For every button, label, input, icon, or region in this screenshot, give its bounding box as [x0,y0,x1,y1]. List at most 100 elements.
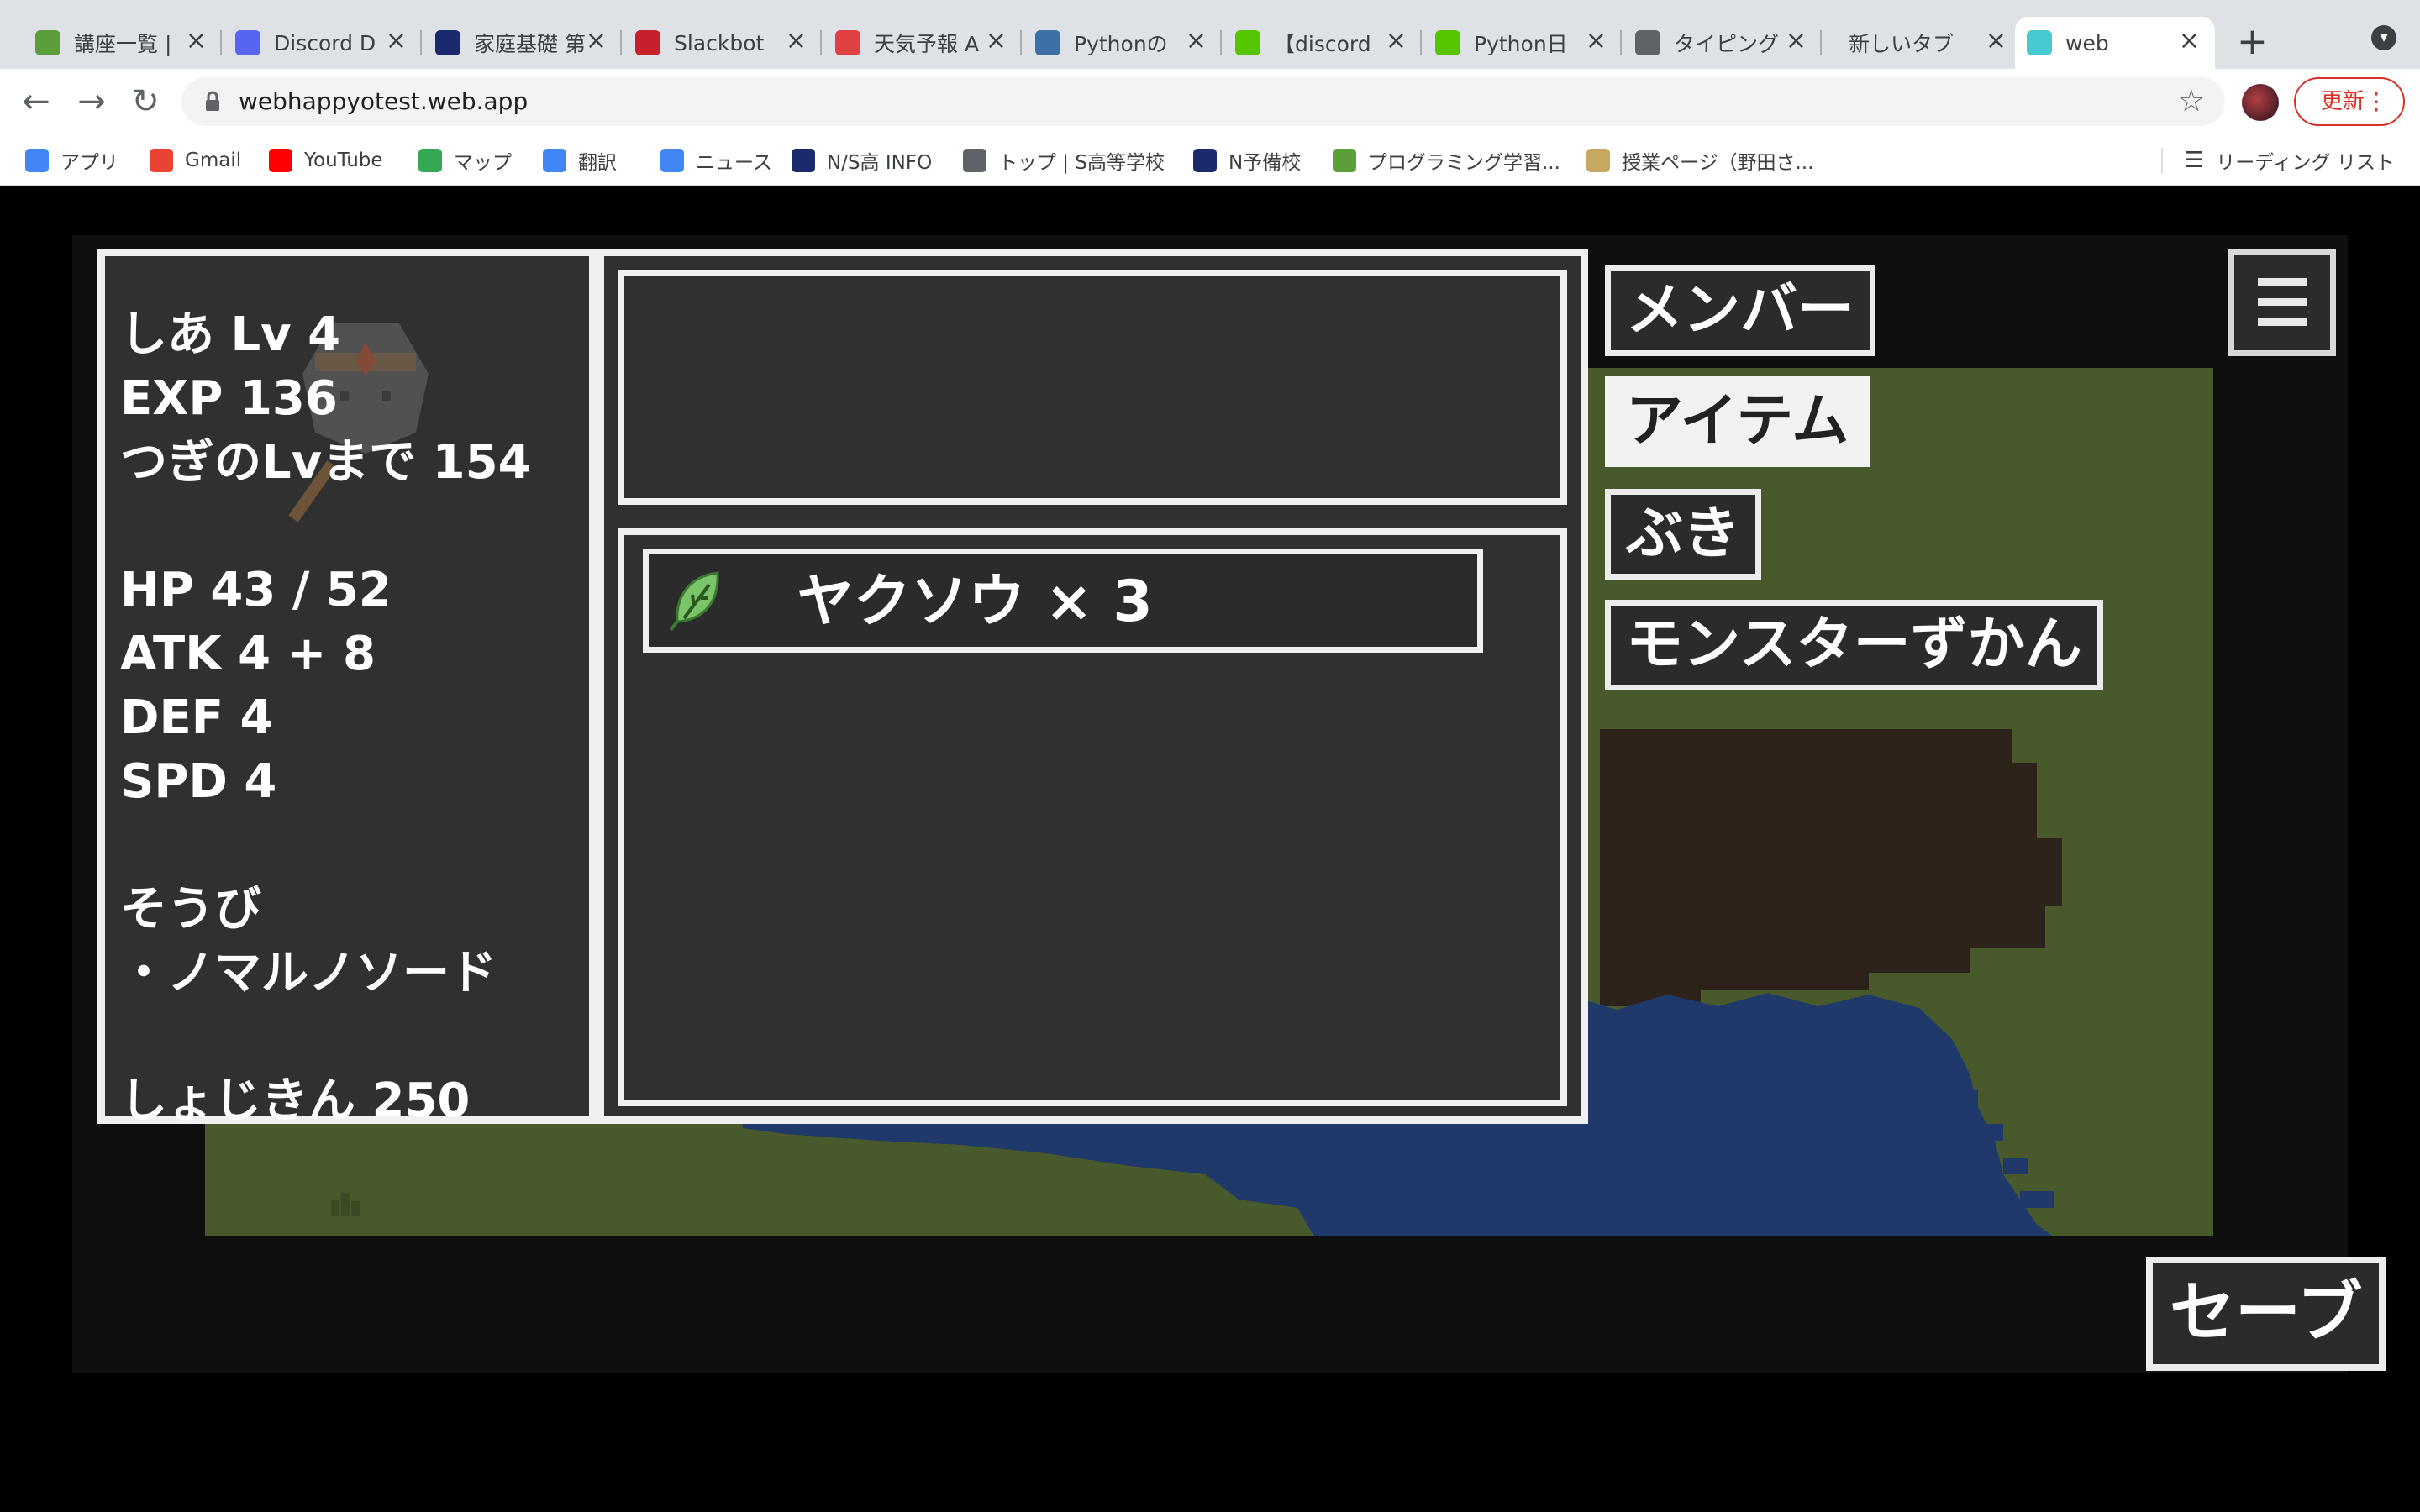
browser-tab[interactable]: Python日 × [1423,17,1622,69]
menu-icon-bar [2258,298,2307,306]
update-label: 更新 [2321,89,2365,114]
new-tab-button[interactable]: + [2237,20,2268,64]
profile-avatar[interactable] [2242,84,2279,121]
close-tab-icon[interactable]: × [986,29,1007,54]
browser-tab[interactable]: Discord D × [224,17,422,69]
close-tab-icon[interactable]: × [1386,29,1407,54]
browser-tab[interactable]: 天気予報 A × [823,17,1022,69]
lock-icon[interactable] [200,89,225,114]
browser-tab[interactable]: Slackbot × [623,17,822,69]
bookmark-item[interactable]: Gmail [150,146,241,175]
game-canvas[interactable]: しあ Lv 4 EXP 136 つぎのLvまで 154 HP 43 / 52 A… [72,235,2348,1373]
tab-divider [420,30,422,55]
weather-icon [835,30,860,55]
tab-divider [1220,30,1222,55]
tab-divider [1620,30,1622,55]
menu-icon-bar [2258,318,2307,326]
apps-grid-icon [25,149,49,172]
close-tab-icon[interactable]: × [1586,29,1607,54]
youtube-icon [269,149,292,172]
bookmark-item[interactable]: アプリ [25,146,118,175]
item-label: ヤクソウ × 3 [797,569,1153,635]
bookmark-label: ニュース [696,152,772,174]
close-tab-icon[interactable]: × [386,29,407,54]
close-tab-icon[interactable]: × [1186,29,1207,54]
bookmark-item[interactable]: マップ [418,146,512,175]
browser-tab[interactable]: タイピング × [1623,17,1822,69]
translate-icon [543,149,566,172]
mpv-icon [635,30,660,55]
bookmark-label: Gmail [185,150,242,171]
tab-divider [1820,30,1822,55]
browser-tab[interactable]: 【discord × [1223,17,1422,69]
tab-divider [820,30,822,55]
bookmark-item[interactable]: N/S高 INFO [792,146,932,175]
equipped-weapon: ・ノマルノソード [120,946,497,1000]
spd-value: SPD 4 [120,754,277,809]
reload-button[interactable]: ↻ [124,81,166,123]
browser-tab[interactable]: 新しいタブ × [1823,17,2022,69]
browser-tab-strip: 講座一覧 | × Discord D × 家庭基礎 第 × Slackbot × 天気予報 A ×… [0,0,2420,69]
browser-tab[interactable]: 家庭基礎 第 × [424,17,622,69]
qiita-icon [1435,30,1460,55]
browser-toolbar: ← → ↻ webhappyotest.web.app ☆ 更新 ⋮ [0,69,2420,134]
next-level-exp: つぎのLvまで 154 [120,435,531,490]
close-tab-icon[interactable]: × [586,29,607,54]
hamburger-menu-button[interactable] [2228,249,2336,356]
item-list-box: ヤクソウ × 3 [618,528,1567,1106]
member-menu-button[interactable]: メンバー [1605,265,1876,356]
close-tab-icon[interactable]: × [1786,29,1807,54]
close-tab-icon[interactable]: × [2179,29,2200,54]
bookmark-star-icon[interactable]: ☆ [2178,84,2205,119]
item-menu-button[interactable]: アイテム [1605,376,1870,467]
tab-title: 天気予報 A [874,32,980,56]
tab-title: web [2065,30,2109,55]
item-row[interactable]: ヤクソウ × 3 [643,549,1483,653]
back-button[interactable]: ← [15,81,57,123]
browser-tab[interactable]: 講座一覧 | × [24,17,222,69]
tab-title: タイピング [1674,32,1780,56]
save-button[interactable]: セーブ [2146,1257,2386,1371]
forward-button[interactable]: → [71,81,113,123]
google-g-icon [150,149,173,172]
update-button[interactable]: 更新 ⋮ [2294,77,2405,126]
folder-icon [1586,149,1610,172]
ns-icon [792,149,815,172]
bookmark-label: マップ [454,152,512,174]
equip-heading: そうび [120,882,261,937]
tab-search-button[interactable]: ▾ [2371,25,2396,50]
more-menu-icon[interactable]: ⋮ [2365,79,2388,124]
browser-tab[interactable]: Pythonの × [1023,17,1222,69]
url-text: webhappyotest.web.app [239,87,529,115]
bookmark-item[interactable]: トップ | S高等学校 [963,146,1165,175]
reading-list-label: リーディング リスト [2216,152,2395,174]
browser-tab[interactable]: web × [2015,17,2215,69]
bookmark-label: アプリ [60,152,118,174]
discord-icon [235,30,260,55]
reading-list-button[interactable]: ☰ リーディング リスト [2160,146,2395,175]
bookmark-item[interactable]: 翻訳 [543,146,617,175]
tab-title: Python日 [1474,32,1568,56]
close-tab-icon[interactable]: × [786,29,807,54]
bookmark-item[interactable]: ニュース [660,146,772,175]
menu-icon-bar [2258,278,2307,286]
tab-title: 家庭基礎 第 [474,32,586,56]
tab-title: 【discord [1274,32,1371,56]
tab-title: 講座一覧 | [74,32,172,56]
bookmark-item[interactable]: 授業ページ（野田さ... [1586,146,1813,175]
bookmark-item[interactable]: N予備校 [1193,146,1301,175]
character-name-level: しあ Lv 4 [120,307,341,362]
hp-value: HP 43 / 52 [120,563,392,617]
bookmark-item[interactable]: プログラミング学習... [1333,146,1560,175]
weapon-menu-button[interactable]: ぶき [1605,489,1762,580]
monster-book-menu-button[interactable]: モンスターずかん [1605,600,2103,690]
tab-title: 新しいタブ [1849,32,1954,56]
bookmark-label: N予備校 [1228,152,1302,174]
bookmark-label: プログラミング学習... [1368,152,1560,174]
tab-divider [220,30,222,55]
bookmark-item[interactable]: YouTube [269,146,383,175]
close-tab-icon[interactable]: × [186,29,207,54]
address-bar[interactable]: webhappyotest.web.app ☆ [182,77,2225,126]
close-tab-icon[interactable]: × [1986,29,2007,54]
